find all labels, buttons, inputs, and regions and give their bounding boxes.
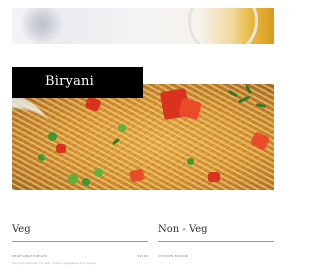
veg-heading: Veg: [12, 224, 31, 235]
top-food-photo: [12, 8, 274, 44]
pea: [48, 132, 57, 141]
menu-item: VEGETABLE BIRYANI $12.95: [12, 254, 148, 259]
menu-page: Biryani Veg VEGETABLE BIRYANI $12.95 fra…: [0, 0, 274, 280]
non-veg-section: Non - Veg CHICKEN BIRYANI: [158, 224, 274, 259]
title-banner: Biryani: [12, 67, 143, 98]
menu-item-description: fragrant basmati rice with mixed vegetab…: [12, 261, 96, 265]
pea: [94, 168, 103, 177]
pea: [118, 124, 126, 132]
pea: [187, 158, 194, 165]
pea: [82, 178, 90, 186]
pea: [68, 174, 78, 184]
photo-shadow: [20, 8, 64, 44]
pea: [38, 154, 45, 161]
dish-title: Biryani: [45, 74, 94, 89]
menu-item: CHICKEN BIRYANI: [158, 254, 274, 259]
veg-divider: [12, 241, 148, 242]
menu-item-price: $12.95: [137, 254, 149, 258]
plate-rim: [188, 8, 258, 44]
menu-item-name: CHICKEN BIRYANI: [158, 254, 189, 258]
tomato-piece: [208, 172, 220, 182]
tomato-piece: [56, 144, 66, 153]
non-veg-heading: Non - Veg: [158, 224, 208, 235]
non-veg-divider: [158, 241, 274, 242]
veg-section: Veg VEGETABLE BIRYANI $12.95 fragrant ba…: [12, 224, 148, 265]
menu-item-name: VEGETABLE BIRYANI: [12, 254, 48, 258]
biryani-photo: [12, 84, 274, 190]
